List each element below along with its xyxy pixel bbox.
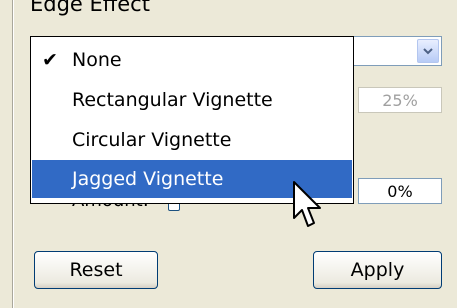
group-title: Edge Effect: [30, 0, 150, 16]
option-label: Rectangular Vignette: [72, 89, 273, 111]
amount-percent-field[interactable]: 0%: [358, 178, 442, 204]
option-circular-vignette[interactable]: Circular Vignette: [32, 121, 352, 159]
option-none[interactable]: ✔ None: [32, 41, 352, 79]
option-label: None: [72, 49, 122, 71]
panel-left-highlight: [13, 0, 14, 308]
check-icon: ✔: [42, 49, 58, 71]
combo-dropdown-button[interactable]: [417, 39, 439, 63]
reset-button[interactable]: Reset: [34, 251, 158, 289]
mouse-pointer-icon: [293, 181, 321, 227]
apply-button[interactable]: Apply: [313, 251, 442, 289]
option-rectangular-vignette[interactable]: Rectangular Vignette: [32, 81, 352, 119]
edge-effect-dropdown-list: ✔ None Rectangular Vignette Circular Vig…: [30, 36, 354, 204]
size-percent-field[interactable]: 25%: [358, 87, 442, 113]
option-label: Circular Vignette: [72, 129, 232, 151]
chevron-down-icon: [423, 47, 433, 54]
option-label: Jagged Vignette: [72, 168, 224, 190]
